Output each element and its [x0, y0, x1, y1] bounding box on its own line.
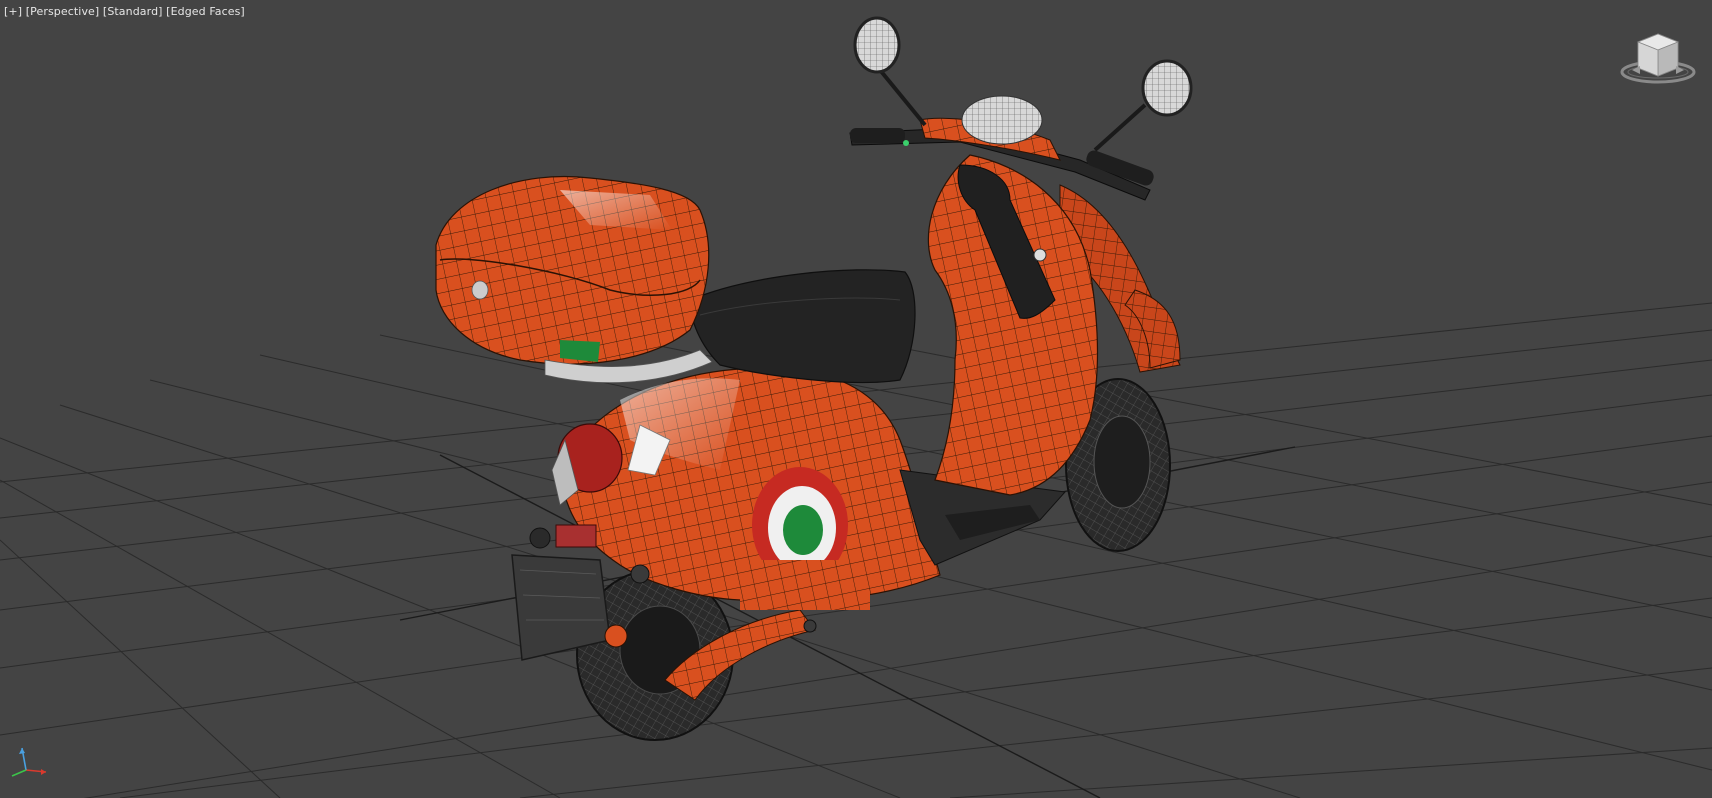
viewport-menu-point-of-view[interactable]: [Perspective] [26, 5, 100, 18]
top-case [435, 175, 710, 365]
axis-tripod-icon [11, 747, 47, 777]
viewport-perspective[interactable]: [+] [Perspective] [Standard] [Edged Face… [0, 0, 1712, 798]
viewport-menu-display-style[interactable]: [Edged Faces] [166, 5, 245, 18]
headlight [961, 95, 1043, 145]
mirror-right [1141, 59, 1193, 117]
viewport-scene[interactable] [0, 0, 1712, 798]
viewport-menu-plus[interactable]: [+] [4, 5, 22, 18]
viewcube-icon[interactable] [1618, 30, 1698, 90]
seat [689, 269, 916, 384]
viewport-label: [+] [Perspective] [Standard] [Edged Face… [4, 5, 245, 18]
mirror-left [853, 16, 901, 74]
scooter-model[interactable] [435, 16, 1193, 741]
reflector [555, 524, 597, 548]
viewport-menu-shading-standard[interactable]: [Standard] [103, 5, 163, 18]
